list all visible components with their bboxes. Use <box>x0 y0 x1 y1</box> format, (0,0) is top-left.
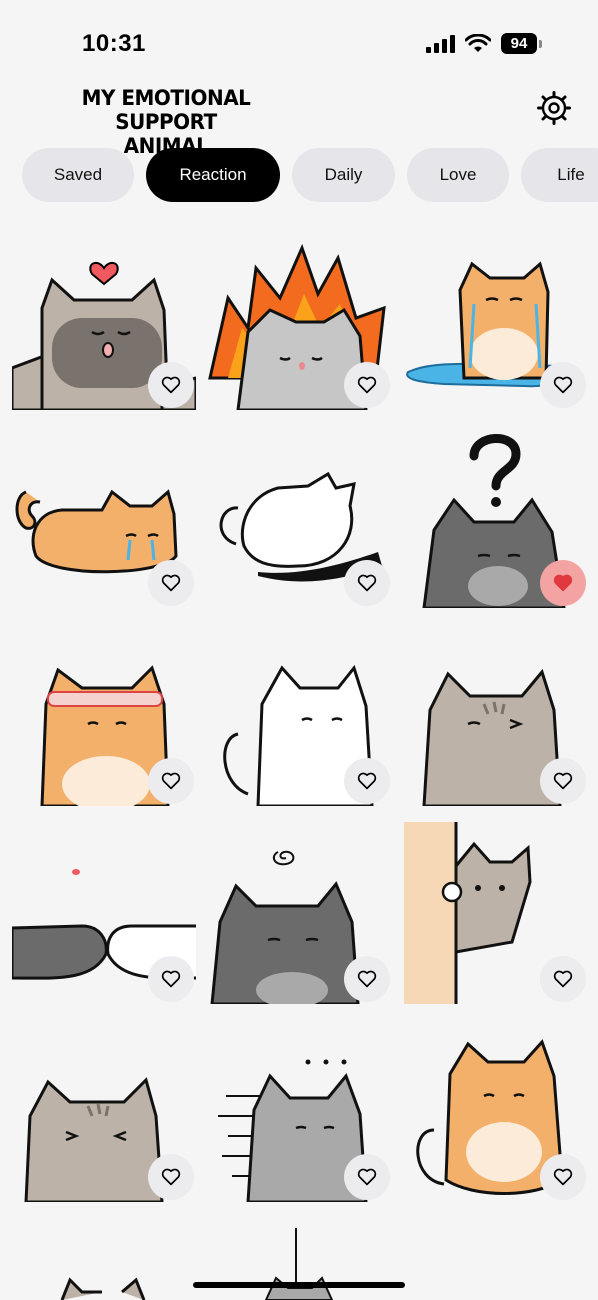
favorite-button[interactable] <box>540 362 586 408</box>
favorite-button[interactable] <box>540 956 586 1002</box>
heart-outline-icon <box>357 376 377 394</box>
sticker-gray-question[interactable] <box>404 426 588 608</box>
battery-level: 94 <box>501 33 537 54</box>
heart-outline-icon <box>357 574 377 592</box>
favorite-button[interactable] <box>344 560 390 606</box>
app-title-line1: MY EMOTIONAL <box>81 86 251 110</box>
favorite-button[interactable] <box>148 362 194 408</box>
sticker-partial[interactable] <box>208 1228 392 1300</box>
heart-outline-icon <box>357 970 377 988</box>
tab-love[interactable]: Love <box>407 148 509 202</box>
sticker-white-rolling[interactable] <box>208 426 392 608</box>
category-tabs: Saved Reaction Daily Love Life <box>22 148 598 202</box>
sticker-gray-speed-dots[interactable] <box>208 1020 392 1202</box>
sticker-gray-dizzy[interactable] <box>208 822 392 1004</box>
sticker-image <box>264 1228 334 1300</box>
sticker-partial[interactable] <box>12 1266 196 1300</box>
sticker-white-shy[interactable] <box>208 624 392 806</box>
heart-outline-icon <box>161 574 181 592</box>
tab-life[interactable]: Life <box>521 148 598 202</box>
status-icons: 94 <box>426 33 542 54</box>
sticker-gray-hands-meet[interactable] <box>12 822 196 1004</box>
heart-outline-icon <box>553 1168 573 1186</box>
cellular-signal-icon <box>426 34 455 53</box>
tab-saved[interactable]: Saved <box>22 148 134 202</box>
heart-outline-icon <box>161 376 181 394</box>
header: MY EMOTIONAL SUPPORT ANIMAL <box>0 80 598 158</box>
sticker-white-fire[interactable] <box>208 228 392 410</box>
favorite-button[interactable] <box>540 560 586 606</box>
heart-outline-icon <box>357 1168 377 1186</box>
sticker-orange-covering-mouth[interactable] <box>404 1020 588 1202</box>
favorite-button[interactable] <box>344 362 390 408</box>
favorite-button[interactable] <box>540 758 586 804</box>
favorite-button[interactable] <box>540 1154 586 1200</box>
heart-outline-icon <box>161 1168 181 1186</box>
heart-filled-icon <box>553 574 573 592</box>
sticker-tabby-wink[interactable] <box>404 624 588 806</box>
heart-outline-icon <box>553 772 573 790</box>
home-indicator[interactable] <box>193 1282 405 1288</box>
favorite-button[interactable] <box>344 956 390 1002</box>
wifi-icon <box>465 33 491 52</box>
heart-outline-icon <box>161 772 181 790</box>
heart-outline-icon <box>357 772 377 790</box>
sticker-tabby-squint[interactable] <box>12 1020 196 1202</box>
sticker-orange-headband[interactable] <box>12 624 196 806</box>
favorite-button[interactable] <box>344 1154 390 1200</box>
status-bar: 10:31 94 <box>0 0 598 80</box>
sticker-orange-crying-puddle[interactable] <box>404 228 588 410</box>
favorite-button[interactable] <box>344 758 390 804</box>
sticker-orange-lying-crying[interactable] <box>12 426 196 608</box>
favorite-button[interactable] <box>148 956 194 1002</box>
favorite-button[interactable] <box>148 560 194 606</box>
sticker-image <box>60 1277 146 1300</box>
heart-outline-icon <box>553 970 573 988</box>
favorite-button[interactable] <box>148 1154 194 1200</box>
sticker-tabby-peek-door[interactable] <box>404 822 588 1004</box>
heart-outline-icon <box>161 970 181 988</box>
heart-outline-icon <box>553 376 573 394</box>
favorite-button[interactable] <box>148 758 194 804</box>
status-time: 10:31 <box>82 30 146 57</box>
tab-reaction[interactable]: Reaction <box>146 148 280 202</box>
sticker-tabby-kiss[interactable] <box>12 228 196 410</box>
battery-icon: 94 <box>501 33 542 54</box>
tab-daily[interactable]: Daily <box>292 148 395 202</box>
settings-gear-icon[interactable] <box>536 90 572 126</box>
